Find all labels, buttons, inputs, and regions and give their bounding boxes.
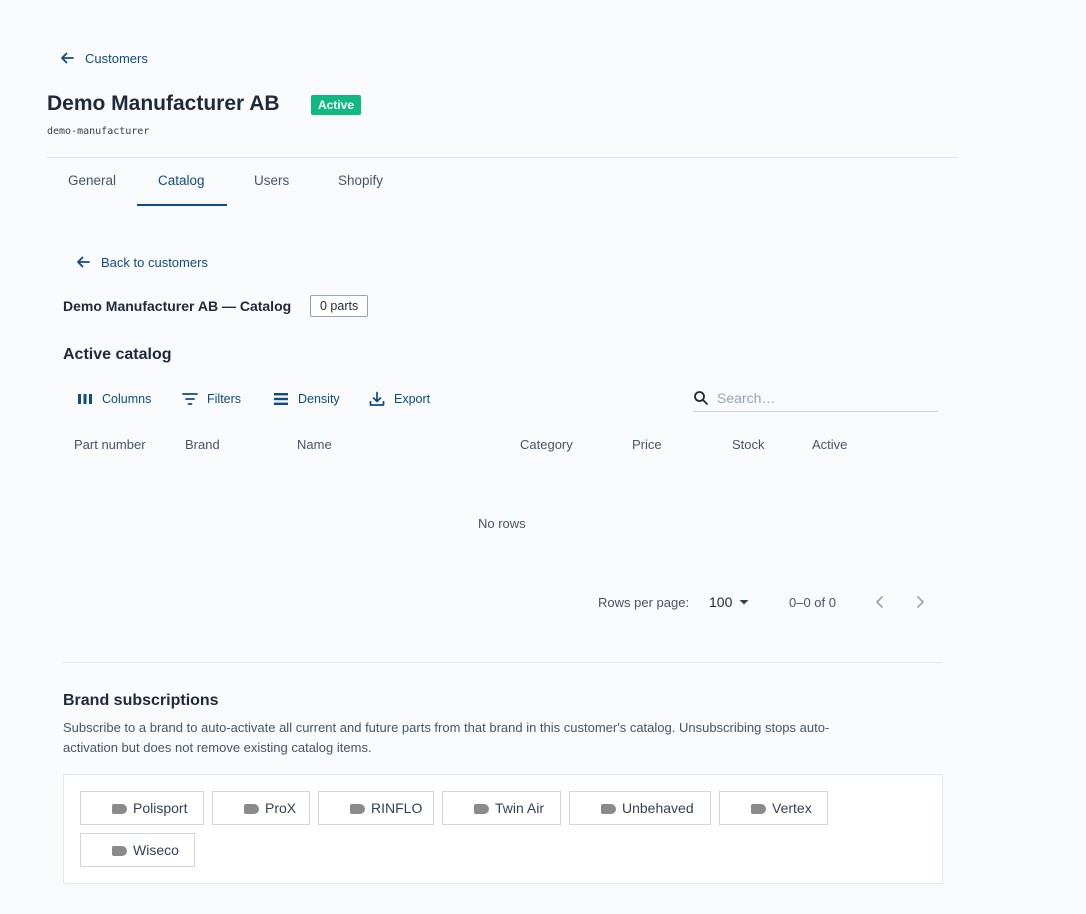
- pagination-range: 0–0 of 0: [789, 595, 836, 610]
- subscription-toggle-icon[interactable]: [112, 804, 127, 814]
- tab-general[interactable]: General: [68, 173, 116, 188]
- filter-icon: [182, 393, 198, 405]
- customer-slug: demo-manufacturer: [47, 126, 150, 137]
- previous-page-button[interactable]: [873, 594, 887, 615]
- column-header-category[interactable]: Category: [520, 437, 573, 452]
- brand-chip-wiseco[interactable]: Wiseco: [80, 833, 195, 867]
- brand-chip-label: RINFLO: [371, 800, 423, 816]
- columns-icon: [78, 394, 92, 404]
- brand-chip-label: Vertex: [772, 800, 812, 816]
- export-label: Export: [394, 392, 431, 406]
- chevron-left-icon: [876, 596, 883, 608]
- arrow-left-icon: [61, 52, 74, 64]
- density-label: Density: [298, 392, 340, 406]
- back-to-customers-catalog-link[interactable]: Back to customers: [75, 254, 208, 270]
- brand-chip-polisport[interactable]: Polisport: [80, 791, 204, 825]
- subscription-toggle-icon[interactable]: [751, 804, 766, 814]
- column-header-price[interactable]: Price: [632, 437, 662, 452]
- header-divider: [47, 157, 959, 158]
- subscription-toggle-icon[interactable]: [244, 804, 259, 814]
- filters-button[interactable]: Filters: [181, 390, 241, 408]
- subscription-toggle-icon[interactable]: [112, 846, 127, 856]
- density-button[interactable]: Density: [272, 390, 340, 408]
- filters-label: Filters: [207, 392, 242, 406]
- brand-chip-rinflo[interactable]: RINFLO: [318, 791, 434, 825]
- brand-chip-prox[interactable]: ProX: [212, 791, 310, 825]
- active-tab-indicator: [137, 204, 227, 206]
- subscription-toggle-icon[interactable]: [350, 804, 365, 814]
- columns-label: Columns: [102, 392, 152, 406]
- column-header-stock[interactable]: Stock: [732, 437, 765, 452]
- tab-catalog[interactable]: Catalog: [158, 173, 205, 188]
- back-link-label: Back to customers: [101, 254, 208, 270]
- back-to-customers-link[interactable]: Customers: [59, 50, 148, 66]
- description-line-2: activation but does not remove existing …: [63, 740, 372, 755]
- tab-shopify[interactable]: Shopify: [338, 173, 383, 188]
- caret-down-icon: [739, 600, 749, 605]
- empty-table-message: No rows: [478, 516, 526, 531]
- export-button[interactable]: Export: [368, 390, 430, 408]
- brand-chip-label: Twin Air: [495, 800, 545, 816]
- subscription-toggle-icon[interactable]: [601, 804, 616, 814]
- status-badge: Active: [311, 95, 362, 115]
- back-link-label: Customers: [85, 50, 148, 66]
- brand-chip-label: Unbehaved: [622, 800, 694, 816]
- description-line-1: Subscribe to a brand to auto-activate al…: [63, 720, 830, 735]
- search-input[interactable]: [717, 390, 917, 406]
- column-header-name[interactable]: Name: [297, 437, 332, 452]
- export-icon: [369, 391, 385, 406]
- rows-per-page-select[interactable]: 100: [709, 594, 750, 610]
- column-header-part-number[interactable]: Part number: [74, 437, 146, 452]
- density-icon: [274, 393, 288, 405]
- search-field[interactable]: [693, 385, 938, 412]
- tab-users[interactable]: Users: [254, 173, 289, 188]
- column-header-active[interactable]: Active: [812, 437, 847, 452]
- brand-subscriptions-heading: Brand subscriptions: [63, 692, 219, 709]
- brand-chip-unbehaved[interactable]: Unbehaved: [569, 791, 711, 825]
- section-divider: [63, 662, 943, 663]
- brand-chip-twin-air[interactable]: Twin Air: [442, 791, 561, 825]
- parts-count-badge: 0 parts: [310, 295, 369, 317]
- arrow-left-icon: [77, 256, 90, 268]
- brand-chip-label: ProX: [265, 800, 297, 816]
- active-catalog-heading: Active catalog: [63, 346, 172, 363]
- column-header-brand[interactable]: Brand: [185, 437, 220, 452]
- chevron-right-icon: [917, 596, 924, 608]
- brand-chip-label: Polisport: [133, 800, 188, 816]
- brand-chip-label: Wiseco: [133, 842, 179, 858]
- catalog-subtitle: Demo Manufacturer AB — Catalog: [63, 298, 292, 314]
- rows-per-page-label: Rows per page:: [598, 595, 690, 610]
- search-icon: [694, 391, 708, 405]
- next-page-button[interactable]: [913, 594, 927, 615]
- brand-chip-vertex[interactable]: Vertex: [719, 791, 828, 825]
- rows-per-page-value: 100: [709, 594, 733, 610]
- brand-subscriptions-description: Subscribe to a brand to auto-activate al…: [63, 718, 923, 758]
- page-title: Demo Manufacturer AB: [47, 92, 280, 115]
- subscription-toggle-icon[interactable]: [474, 804, 489, 814]
- columns-button[interactable]: Columns: [76, 390, 151, 408]
